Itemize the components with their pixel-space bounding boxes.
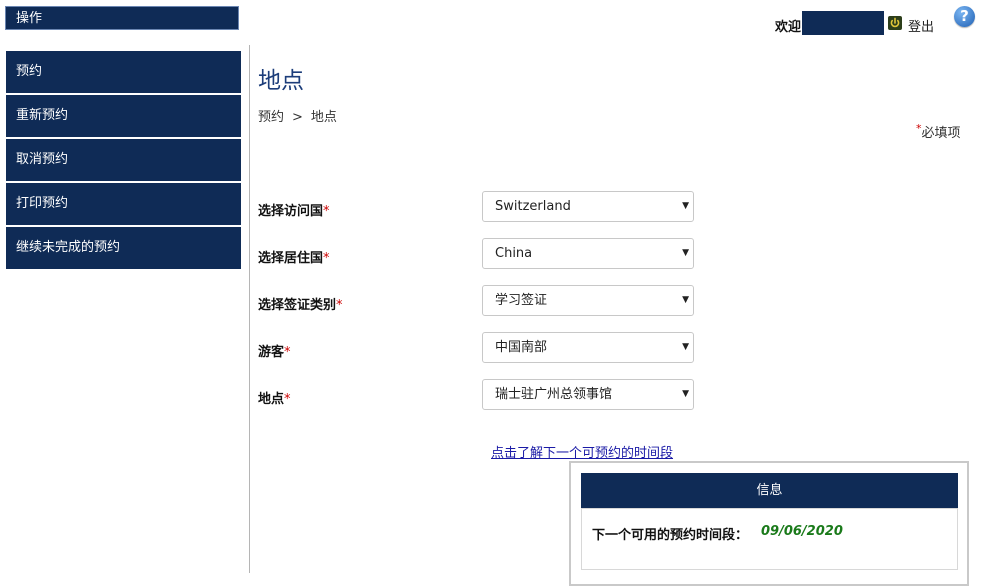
logout-link[interactable]: 登出	[908, 16, 934, 35]
sidebar-item-continue[interactable]: 继续未完成的预约	[6, 227, 241, 269]
user-name-redacted	[802, 11, 884, 35]
next-slot-date: 09/06/2020	[761, 524, 843, 539]
form-row-residence-country: 选择居住国* China ▼	[258, 238, 698, 270]
sidebar-menu: 预约 重新预约 取消预约 打印预约 继续未完成的预约	[6, 51, 241, 271]
visitor-select[interactable]: 中国南部 ▼	[482, 332, 694, 363]
next-slot-label: 下一个可用的预约时间段：	[592, 528, 749, 543]
dropdown-arrow-icon: ▼	[682, 295, 689, 305]
welcome-text: 欢迎	[775, 20, 802, 35]
next-slot-link[interactable]: 点击了解下一个可预约的时间段	[491, 442, 673, 461]
sidebar: 操作 预约 重新预约 取消预约 打印预约 继续未完成的预约	[0, 0, 248, 573]
help-icon[interactable]: ?	[954, 6, 975, 27]
power-icon[interactable]	[888, 16, 902, 30]
column-divider	[249, 45, 250, 573]
dropdown-arrow-icon: ▼	[682, 389, 689, 399]
visit-country-label: 选择访问国*	[258, 204, 330, 219]
dropdown-arrow-icon: ▼	[682, 201, 689, 211]
form-row-visitor: 游客* 中国南部 ▼	[258, 332, 698, 364]
form-row-location: 地点* 瑞士驻广州总领事馆 ▼	[258, 379, 698, 411]
visa-category-select[interactable]: 学习签证 ▼	[482, 285, 694, 316]
sidebar-header: 操作	[5, 6, 239, 30]
breadcrumb-parent[interactable]: 预约	[258, 110, 284, 125]
required-note: *必填项	[916, 122, 961, 141]
visitor-label: 游客*	[258, 345, 291, 360]
form-row-visa-category: 选择签证类别* 学习签证 ▼	[258, 285, 698, 317]
dropdown-arrow-icon: ▼	[682, 248, 689, 258]
sidebar-item-print[interactable]: 打印预约	[6, 183, 241, 225]
sidebar-item-cancel[interactable]: 取消预约	[6, 139, 241, 181]
residence-country-label: 选择居住国*	[258, 251, 330, 266]
visit-country-value: Switzerland	[495, 199, 571, 214]
residence-country-value: China	[495, 246, 533, 261]
location-label: 地点*	[258, 392, 291, 407]
visitor-value: 中国南部	[495, 340, 548, 355]
residence-country-select[interactable]: China ▼	[482, 238, 694, 269]
page-title: 地点	[258, 68, 304, 94]
location-select[interactable]: 瑞士驻广州总领事馆 ▼	[482, 379, 694, 410]
info-header: 信息	[581, 473, 958, 508]
visit-country-select[interactable]: Switzerland ▼	[482, 191, 694, 222]
required-note-text: 必填项	[921, 126, 961, 141]
visa-category-value: 学习签证	[495, 293, 548, 308]
sidebar-item-book[interactable]: 预约	[6, 51, 241, 93]
form-row-visit-country: 选择访问国* Switzerland ▼	[258, 191, 698, 223]
breadcrumb-separator: >	[292, 110, 303, 125]
dropdown-arrow-icon: ▼	[682, 342, 689, 352]
visa-category-label: 选择签证类别*	[258, 298, 343, 313]
info-body: 下一个可用的预约时间段： 09/06/2020	[581, 508, 958, 570]
info-box: 信息 下一个可用的预约时间段： 09/06/2020	[569, 461, 969, 586]
breadcrumb: 预约 > 地点	[258, 106, 337, 125]
location-value: 瑞士驻广州总领事馆	[495, 387, 613, 402]
sidebar-item-reschedule[interactable]: 重新预约	[6, 95, 241, 137]
breadcrumb-current: 地点	[310, 110, 337, 125]
